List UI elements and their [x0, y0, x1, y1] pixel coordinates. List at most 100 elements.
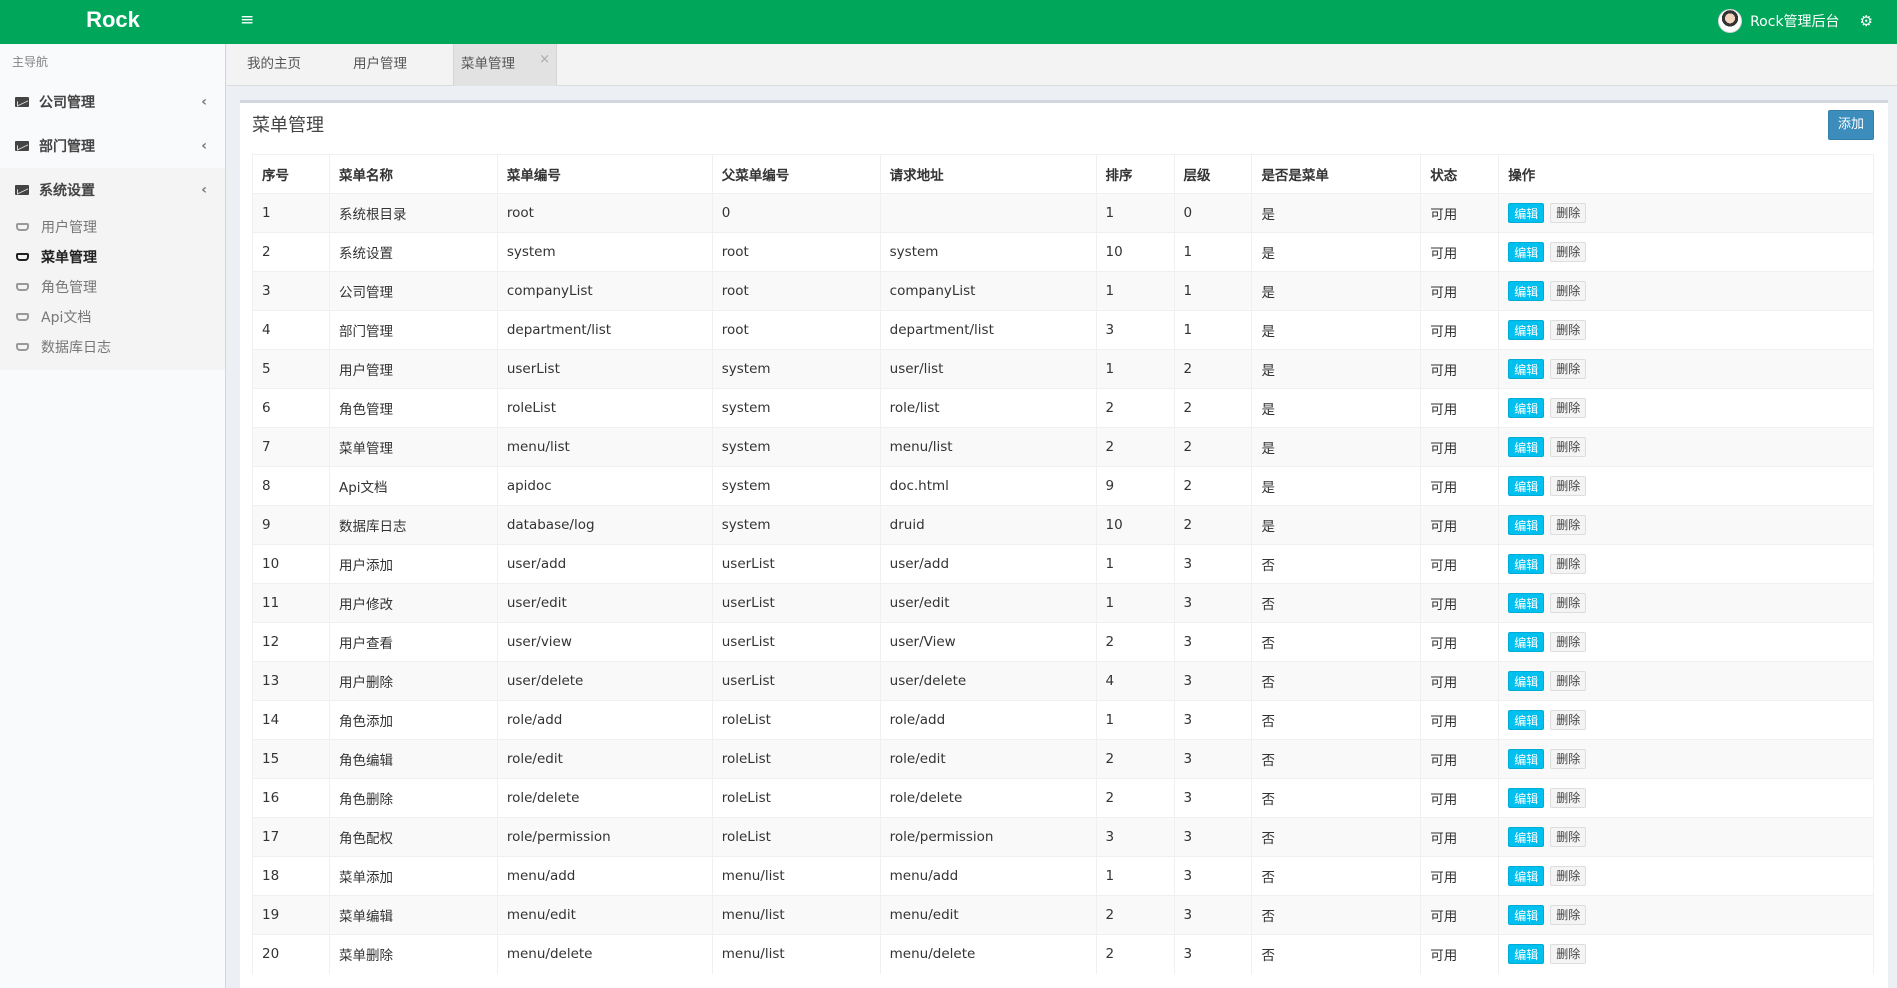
tab-home[interactable]: 我的主页 [247, 44, 301, 86]
cell-is-menu: 否 [1251, 622, 1422, 662]
submenu-item-label: 菜单管理 [41, 250, 97, 266]
edit-button[interactable]: 编辑 [1508, 944, 1545, 965]
edit-button[interactable]: 编辑 [1508, 749, 1545, 769]
submenu-item-database-log[interactable]: 数据库日志 [0, 332, 225, 362]
delete-button[interactable]: 删除 [1550, 671, 1587, 691]
close-icon[interactable]: × [539, 40, 550, 80]
tab-menu-management[interactable]: 菜单管理 × [453, 44, 557, 86]
edit-button[interactable]: 编辑 [1508, 281, 1545, 301]
edit-button[interactable]: 编辑 [1508, 554, 1545, 574]
delete-button[interactable]: 删除 [1550, 554, 1587, 574]
cell-sort: 3 [1095, 310, 1175, 350]
chevron-left-icon: ‹ [201, 138, 207, 154]
cell-menu-code: companyList [496, 271, 713, 311]
delete-button[interactable]: 删除 [1550, 476, 1587, 496]
edit-button[interactable]: 编辑 [1508, 359, 1545, 379]
edit-button[interactable]: 编辑 [1508, 905, 1545, 925]
delete-button[interactable]: 删除 [1550, 203, 1587, 223]
cell-level: 3 [1173, 934, 1253, 974]
cell-request-url: menu/edit [879, 895, 1097, 935]
cell-parent-code: system [711, 466, 881, 506]
cell-is-menu: 否 [1251, 856, 1422, 896]
cell-is-menu: 是 [1251, 427, 1422, 467]
delete-button[interactable]: 删除 [1550, 320, 1587, 340]
user-name[interactable]: Rock管理后台 [1750, 11, 1839, 31]
delete-button[interactable]: 删除 [1550, 944, 1587, 965]
cell-parent-code: roleList [711, 817, 881, 857]
table-row: 17 角色配权 role/permission roleList role/permis… [252, 817, 1874, 857]
cell-request-url: doc.html [879, 466, 1097, 506]
column-header: 请求地址 [879, 154, 1097, 194]
edit-button[interactable]: 编辑 [1508, 437, 1545, 457]
cell-index: 8 [252, 466, 330, 506]
cell-is-menu: 是 [1251, 466, 1422, 506]
tab-user-management[interactable]: 用户管理 [353, 44, 407, 86]
cell-sort: 1 [1095, 700, 1175, 740]
edit-button[interactable]: 编辑 [1508, 866, 1545, 886]
delete-button[interactable]: 删除 [1550, 242, 1587, 262]
table-row: 19 菜单编辑 menu/edit menu/list menu/edit 2 3 否可用 编辑… [252, 895, 1874, 935]
delete-button[interactable]: 删除 [1550, 866, 1587, 886]
chevron-left-icon: ‹ [201, 94, 207, 110]
delete-button[interactable]: 删除 [1550, 710, 1587, 730]
user-avatar[interactable] [1718, 9, 1743, 33]
sidebar-item-system-settings[interactable]: 系统设置 ‹ [0, 168, 225, 212]
table-header-row: 序号 菜单名称 菜单编号 父菜单编号 请求地址 排序 层级 是否是菜单 状态 操… [252, 154, 1874, 194]
edit-button[interactable]: 编辑 [1508, 788, 1545, 808]
cell-is-menu: 否 [1251, 661, 1422, 701]
cell-menu-name: 系统设置 [328, 232, 498, 272]
sidebar-item-department[interactable]: 部门管理 ‹ [0, 124, 225, 168]
delete-button[interactable]: 删除 [1550, 437, 1587, 457]
edit-button[interactable]: 编辑 [1508, 476, 1545, 496]
cell-status: 可用 [1420, 388, 1500, 428]
gear-icon[interactable]: ⚙ [1860, 13, 1873, 29]
submenu-item-menus[interactable]: 菜单管理 [0, 242, 225, 272]
cell-menu-name: 用户添加 [328, 544, 498, 584]
column-header: 菜单名称 [328, 154, 498, 194]
delete-button[interactable]: 删除 [1550, 359, 1587, 379]
edit-button[interactable]: 编辑 [1508, 671, 1545, 691]
edit-button[interactable]: 编辑 [1508, 242, 1545, 262]
cell-index: 12 [252, 622, 330, 662]
edit-button[interactable]: 编辑 [1508, 827, 1545, 847]
delete-button[interactable]: 删除 [1550, 593, 1587, 613]
cell-index: 5 [252, 349, 330, 389]
edit-button[interactable]: 编辑 [1508, 203, 1545, 223]
edit-button[interactable]: 编辑 [1508, 710, 1545, 730]
table-body: 1 系统根目录 root 0 1 0 是可用 编辑 删除 2 系统设置 system root syste… [252, 193, 1874, 974]
submenu-item-users[interactable]: 用户管理 [0, 212, 225, 242]
table-row: 15 角色编辑 role/edit roleList role/edit 2 3 否可用 编辑删… [252, 739, 1874, 779]
delete-button[interactable]: 删除 [1550, 749, 1587, 769]
sidebar-item-company[interactable]: 公司管理 ‹ [0, 80, 225, 124]
app-logo[interactable]: Rock [0, 0, 226, 44]
cell-index: 6 [252, 388, 330, 428]
delete-button[interactable]: 删除 [1550, 905, 1587, 925]
delete-button[interactable]: 删除 [1550, 632, 1587, 652]
delete-button[interactable]: 删除 [1550, 788, 1587, 808]
edit-button[interactable]: 编辑 [1508, 593, 1545, 613]
cell-parent-code: root [711, 232, 881, 272]
column-header: 是否是菜单 [1251, 154, 1422, 194]
cell-menu-code: menu/list [496, 427, 713, 467]
delete-button[interactable]: 删除 [1550, 827, 1587, 847]
submenu-item-roles[interactable]: 角色管理 [0, 272, 225, 302]
user-menu[interactable]: Rock管理后台 ⚙ [1718, 7, 1873, 35]
cell-actions: 编辑 删除 [1498, 544, 1874, 584]
delete-button[interactable]: 删除 [1550, 398, 1587, 418]
cell-request-url: role/permission [879, 817, 1097, 857]
edit-button[interactable]: 编辑 [1508, 398, 1545, 418]
cell-level: 3 [1173, 817, 1253, 857]
hamburger-icon[interactable]: ≡ [240, 8, 256, 32]
edit-button[interactable]: 编辑 [1508, 515, 1545, 535]
submenu-item-api-docs[interactable]: Api文档 [0, 302, 225, 332]
table-row: 8 Api文档 apidoc system doc.html 9 2 是可用 编辑 删除 [252, 466, 1874, 506]
edit-button[interactable]: 编辑 [1508, 320, 1545, 340]
system-settings-submenu: 用户管理 菜单管理 角色管理 Api文档 数据库日志 [0, 212, 225, 370]
cell-index: 7 [252, 427, 330, 467]
edit-button[interactable]: 编辑 [1508, 632, 1545, 652]
delete-button[interactable]: 删除 [1550, 281, 1587, 301]
cell-level: 2 [1173, 505, 1253, 545]
cell-menu-code: database/log [496, 505, 713, 545]
delete-button[interactable]: 删除 [1550, 515, 1587, 535]
add-menu-button[interactable]: 添加 [1828, 110, 1874, 140]
